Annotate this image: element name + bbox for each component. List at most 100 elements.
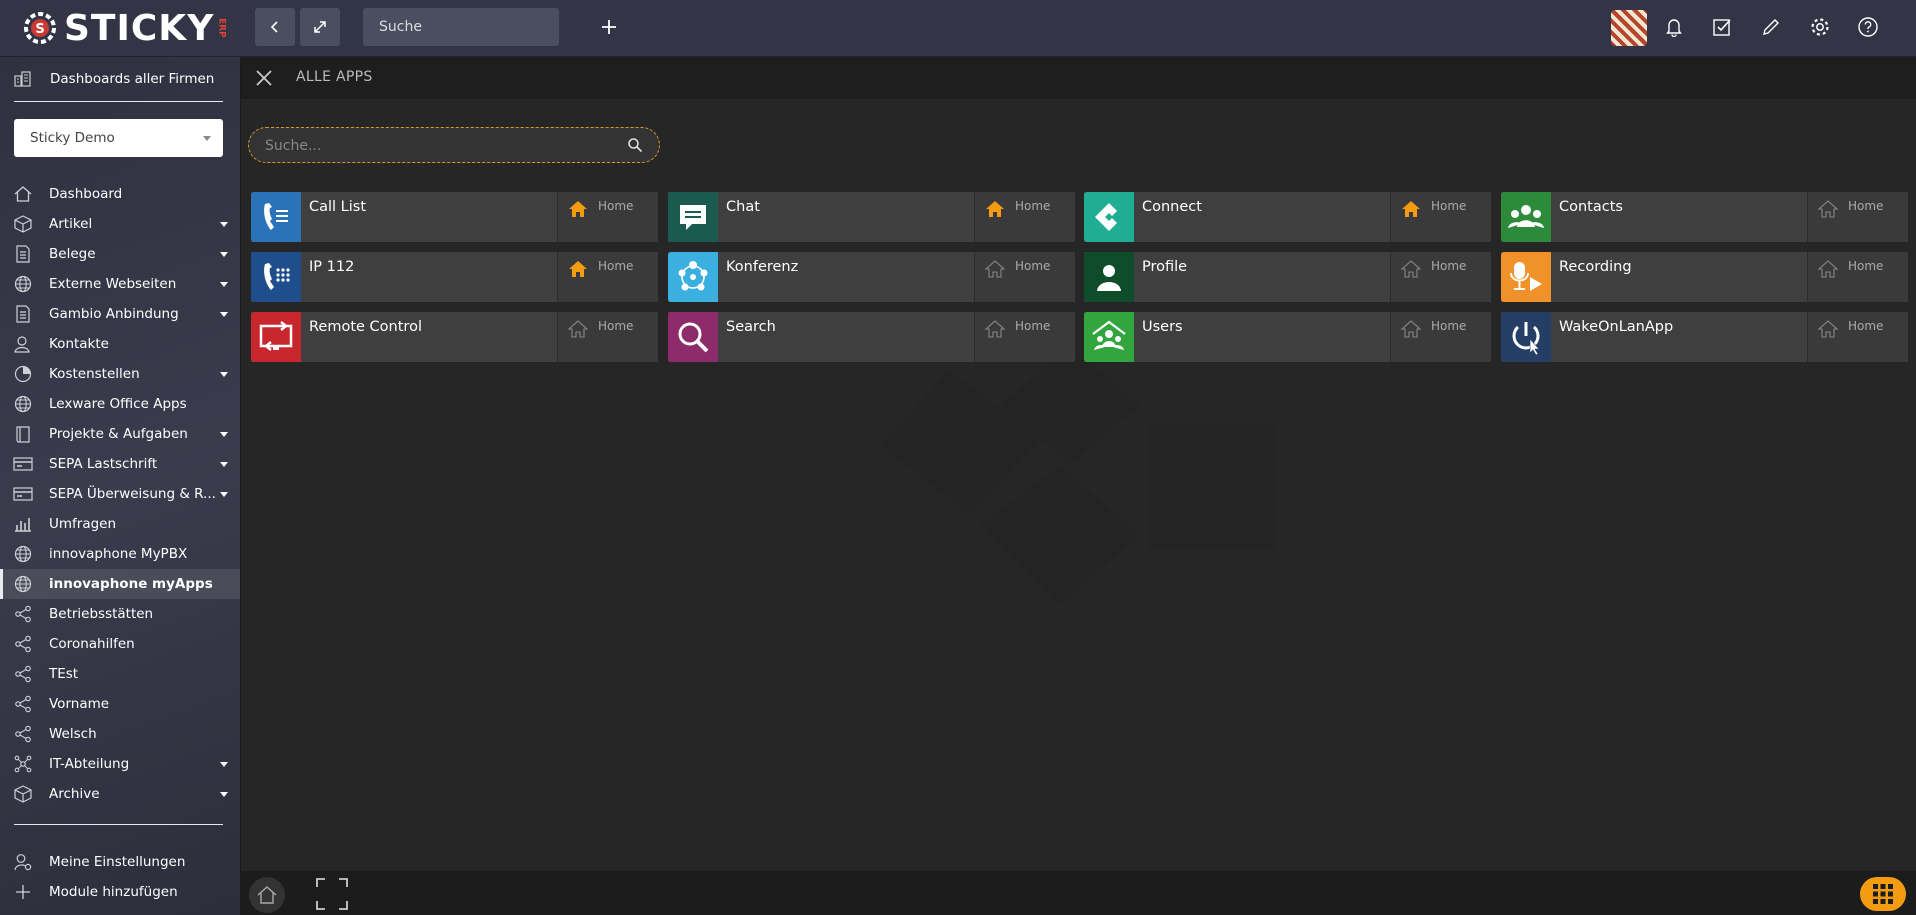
- call-list-icon[interactable]: [251, 192, 301, 242]
- conference-icon[interactable]: [668, 252, 718, 302]
- sidebar-item-innovaphone-myapps[interactable]: innovaphone myApps: [0, 569, 240, 599]
- help-button[interactable]: [1855, 14, 1881, 40]
- sidebar-item-betriebsstätten[interactable]: Betriebsstätten: [0, 599, 240, 629]
- contacts-icon[interactable]: [1501, 192, 1551, 242]
- caret-down-icon[interactable]: [220, 792, 228, 797]
- caret-down-icon[interactable]: [220, 762, 228, 767]
- close-button[interactable]: [253, 67, 275, 89]
- app-name[interactable]: Chat: [718, 192, 974, 242]
- caret-down-icon[interactable]: [220, 372, 228, 377]
- caret-down-icon[interactable]: [220, 252, 228, 257]
- add-to-home-toggle[interactable]: Home: [1390, 192, 1491, 242]
- magnifier-icon[interactable]: [668, 312, 718, 362]
- add-to-home-toggle[interactable]: Home: [557, 252, 658, 302]
- sidebar-item-coronahilfen[interactable]: Coronahilfen: [0, 629, 240, 659]
- app-card-ip-112[interactable]: IP 112 Home: [251, 252, 658, 302]
- tasks-button[interactable]: [1709, 14, 1735, 40]
- dashboards-all-companies-link[interactable]: Dashboards aller Firmen: [14, 67, 214, 91]
- caret-down-icon[interactable]: [220, 492, 228, 497]
- app-name[interactable]: Users: [1134, 312, 1390, 362]
- app-search-input[interactable]: [263, 135, 607, 157]
- back-button[interactable]: [255, 8, 295, 46]
- caret-down-icon[interactable]: [220, 282, 228, 287]
- app-card-profile[interactable]: Profile Home: [1084, 252, 1491, 302]
- company-select[interactable]: Sticky Demo: [14, 119, 223, 157]
- app-card-recording[interactable]: Recording Home: [1501, 252, 1908, 302]
- app-name[interactable]: WakeOnLanApp: [1551, 312, 1807, 362]
- sidebar-item-umfragen[interactable]: Umfragen: [0, 509, 240, 539]
- sidebar-item-gambio-anbindung[interactable]: Gambio Anbindung: [0, 299, 240, 329]
- app-name[interactable]: Search: [718, 312, 974, 362]
- app-name[interactable]: IP 112: [301, 252, 557, 302]
- app-name[interactable]: Konferenz: [718, 252, 974, 302]
- caret-down-icon[interactable]: [220, 312, 228, 317]
- sidebar-item-meine-einstellungen[interactable]: Meine Einstellungen: [0, 847, 240, 877]
- app-name[interactable]: Call List: [301, 192, 557, 242]
- home-button[interactable]: [249, 877, 285, 913]
- add-button[interactable]: [596, 14, 622, 40]
- caret-down-icon[interactable]: [220, 432, 228, 437]
- add-to-home-toggle[interactable]: Home: [557, 192, 658, 242]
- app-name[interactable]: Profile: [1134, 252, 1390, 302]
- fullscreen-button[interactable]: [315, 877, 349, 911]
- app-name[interactable]: Remote Control: [301, 312, 557, 362]
- recording-icon[interactable]: [1501, 252, 1551, 302]
- connect-icon[interactable]: [1084, 192, 1134, 242]
- app-card-connect[interactable]: Connect Home: [1084, 192, 1491, 242]
- sidebar-item-kostenstellen[interactable]: Kostenstellen: [0, 359, 240, 389]
- add-to-home-toggle[interactable]: Home: [974, 252, 1075, 302]
- settings-button[interactable]: [1807, 14, 1833, 40]
- app-card-call-list[interactable]: Call List Home: [251, 192, 658, 242]
- sidebar-item-module-hinzufügen[interactable]: Module hinzufügen: [0, 877, 240, 907]
- app-card-remote-control[interactable]: Remote Control Home: [251, 312, 658, 362]
- add-to-home-toggle[interactable]: Home: [974, 192, 1075, 242]
- app-card-search[interactable]: Search Home: [668, 312, 1075, 362]
- add-to-home-toggle[interactable]: Home: [1390, 252, 1491, 302]
- add-to-home-toggle[interactable]: Home: [1390, 312, 1491, 362]
- app-card-wakeonlanapp[interactable]: WakeOnLanApp Home: [1501, 312, 1908, 362]
- sidebar-item-archive[interactable]: Archive: [0, 779, 240, 809]
- app-card-users[interactable]: Users Home: [1084, 312, 1491, 362]
- caret-down-icon[interactable]: [220, 462, 228, 467]
- avatar[interactable]: [1611, 10, 1647, 46]
- sidebar-item-externe-webseiten[interactable]: Externe Webseiten: [0, 269, 240, 299]
- app-name[interactable]: Recording: [1551, 252, 1807, 302]
- app-card-konferenz[interactable]: Konferenz Home: [668, 252, 1075, 302]
- sidebar-item-kontakte[interactable]: Kontakte: [0, 329, 240, 359]
- apps-grid-button[interactable]: [1860, 877, 1906, 911]
- phone-keypad-icon[interactable]: [251, 252, 301, 302]
- app-search-field[interactable]: [248, 127, 660, 163]
- notifications-button[interactable]: [1661, 14, 1687, 40]
- app-name[interactable]: Contacts: [1551, 192, 1807, 242]
- sidebar-item-belege[interactable]: Belege: [0, 239, 240, 269]
- sidebar-item-innovaphone-mypbx[interactable]: innovaphone MyPBX: [0, 539, 240, 569]
- logo[interactable]: S STICKY ERP: [22, 8, 226, 49]
- expand-button[interactable]: [300, 8, 340, 46]
- sidebar-item-projekte-aufgaben[interactable]: Projekte & Aufgaben: [0, 419, 240, 449]
- app-card-chat[interactable]: Chat Home: [668, 192, 1075, 242]
- remote-control-icon[interactable]: [251, 312, 301, 362]
- profile-icon[interactable]: [1084, 252, 1134, 302]
- sidebar-item-welsch[interactable]: Welsch: [0, 719, 240, 749]
- caret-down-icon[interactable]: [220, 222, 228, 227]
- sidebar-item-artikel[interactable]: Artikel: [0, 209, 240, 239]
- sidebar-item-vorname[interactable]: Vorname: [0, 689, 240, 719]
- add-to-home-toggle[interactable]: Home: [557, 312, 658, 362]
- add-to-home-toggle[interactable]: Home: [1807, 252, 1908, 302]
- chat-icon[interactable]: [668, 192, 718, 242]
- sidebar-item-sepa-lastschrift[interactable]: SEPA Lastschrift: [0, 449, 240, 479]
- add-to-home-toggle[interactable]: Home: [974, 312, 1075, 362]
- app-card-contacts[interactable]: Contacts Home: [1501, 192, 1908, 242]
- add-to-home-toggle[interactable]: Home: [1807, 312, 1908, 362]
- sidebar-item-dashboard[interactable]: Dashboard: [0, 179, 240, 209]
- edit-button[interactable]: [1758, 14, 1784, 40]
- global-search-input[interactable]: Suche: [363, 8, 559, 46]
- sidebar-item-test[interactable]: TEst: [0, 659, 240, 689]
- sidebar-item-lexware-office-apps[interactable]: Lexware Office Apps: [0, 389, 240, 419]
- search-icon[interactable]: [627, 137, 643, 157]
- power-icon[interactable]: [1501, 312, 1551, 362]
- sidebar-item-it-abteilung[interactable]: IT-Abteilung: [0, 749, 240, 779]
- sidebar-item-sepa-überweisung-r[interactable]: SEPA Überweisung & R...: [0, 479, 240, 509]
- users-icon[interactable]: [1084, 312, 1134, 362]
- add-to-home-toggle[interactable]: Home: [1807, 192, 1908, 242]
